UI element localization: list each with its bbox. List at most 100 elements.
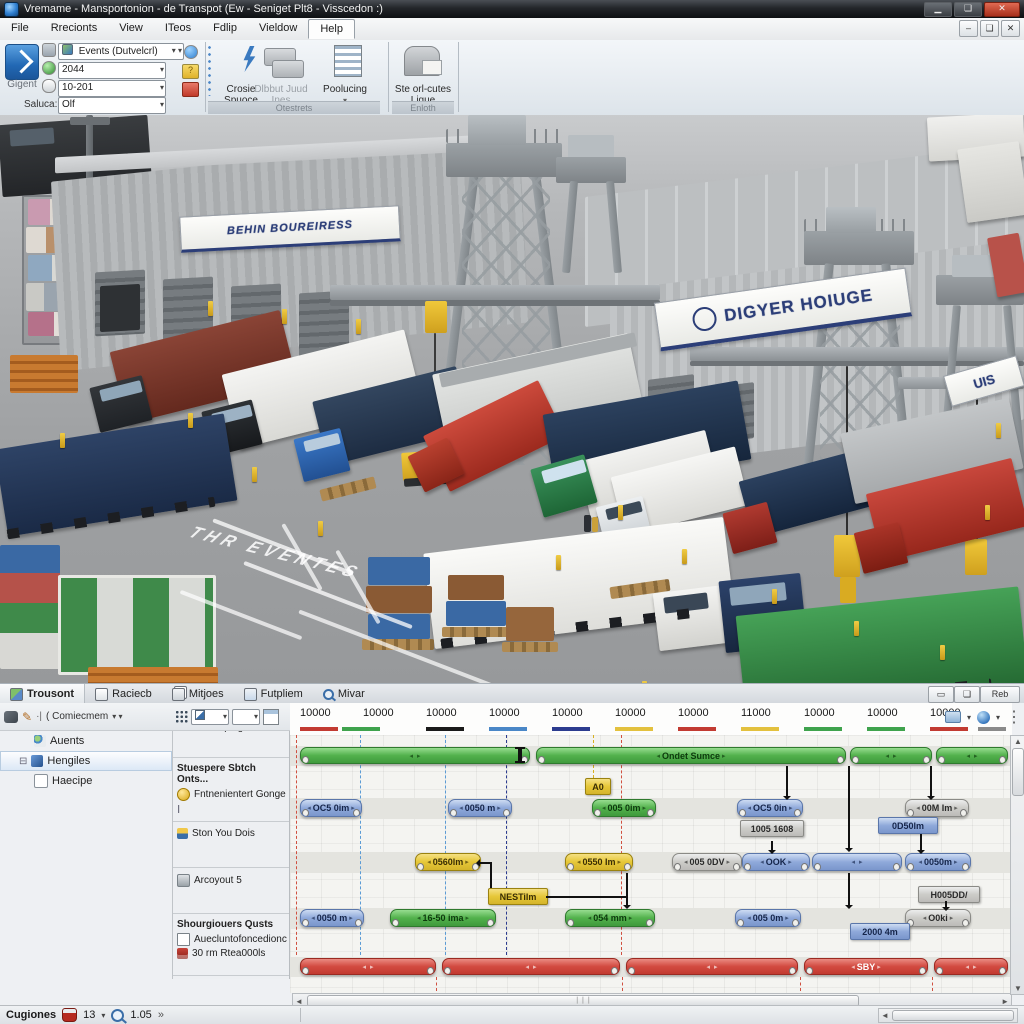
tab-trousont[interactable]: Trousont — [0, 684, 85, 704]
scroll-down-arrow[interactable]: ▼ — [1014, 984, 1022, 993]
gantt-v-thumb[interactable] — [1012, 748, 1024, 796]
scroll-up-arrow[interactable]: ▲ — [1014, 737, 1022, 746]
gantt-bar[interactable]: ◂0050 m▸ — [300, 909, 364, 927]
child-close-button[interactable]: ✕ — [1001, 20, 1020, 37]
refresh-icon[interactable] — [184, 45, 198, 59]
scale-combo[interactable]: ▾ — [232, 709, 260, 725]
row-label[interactable]: Auecluntofoncedionc — [177, 933, 287, 946]
gantt-tag[interactable]: A0 — [585, 778, 611, 795]
gantt-bar[interactable]: ◂O0ki▸ — [905, 909, 971, 927]
stamp-tool-icon[interactable] — [4, 711, 18, 723]
crane-platform — [446, 143, 562, 177]
stamp-icon[interactable] — [42, 43, 56, 57]
gantt-bar[interactable]: ◂▸ — [442, 958, 620, 975]
gantt-tag[interactable]: NESTilm — [488, 888, 548, 905]
gantt-bar[interactable]: ◂SBY▸ — [804, 958, 928, 975]
row-label[interactable]: Ston You Dois — [177, 828, 287, 839]
gantt-bar[interactable]: ◂▸ — [934, 958, 1008, 975]
gantt-bar[interactable]: ◂005 0DV▸ — [672, 853, 742, 871]
tab-futpliem[interactable]: Futpliem — [234, 684, 313, 704]
gantt-tag[interactable]: H005DD/ — [918, 886, 980, 903]
run-button[interactable] — [5, 44, 39, 80]
gantt-bar[interactable]: ◂OC5 0in▸ — [737, 799, 803, 817]
saluca-combo[interactable]: Olf▾ — [58, 97, 166, 114]
gray-oval-icon[interactable] — [42, 79, 56, 93]
panel-restore-button[interactable]: ❏ — [954, 686, 980, 703]
child-restore-button[interactable]: ❏ — [980, 20, 999, 37]
status-h-thumb[interactable] — [892, 1010, 1014, 1021]
series-combo[interactable]: ▾ — [191, 709, 229, 725]
grid-view-icon[interactable] — [175, 710, 188, 723]
gantt-bar[interactable]: ◂0550 Im▸ — [565, 853, 633, 871]
gantt-bar[interactable]: ◂▸ — [812, 853, 902, 871]
more-options-icon[interactable]: ⋮ — [1006, 707, 1022, 727]
restore-button[interactable]: ❏ — [954, 2, 982, 17]
menu-item-file[interactable]: File — [0, 19, 40, 39]
tab-raciecb[interactable]: Raciecb — [85, 684, 162, 704]
menu-item-fdlip[interactable]: Fdlip — [202, 19, 248, 39]
gantt-tag[interactable]: 0D50lm — [878, 817, 938, 834]
globe-caret[interactable]: ▾ — [996, 713, 1000, 722]
gantt-bar[interactable]: ◂▸ — [300, 747, 530, 764]
gantt-bar[interactable]: ◂Ondet Sumce▸ — [536, 747, 846, 764]
row-label[interactable]: Arcoyout 5 — [177, 874, 287, 887]
gantt-bar[interactable]: ◂0050m▸ — [905, 853, 971, 871]
row-label[interactable]: Fntnenientert Gonge — [177, 788, 287, 801]
menu-item-help[interactable]: Help — [308, 19, 355, 39]
gantt-bar[interactable]: ◂▸ — [936, 747, 1008, 764]
monitor-icon[interactable] — [945, 711, 961, 723]
globe-icon[interactable] — [977, 711, 990, 724]
green-bar-marker[interactable] — [518, 747, 522, 763]
stop-button[interactable] — [182, 82, 199, 97]
counter-caret[interactable]: ▾ — [101, 1011, 105, 1020]
monitor-caret[interactable]: ▾ — [967, 713, 971, 722]
crane-hoist — [425, 301, 447, 333]
gantt-bar[interactable]: ◂OC5 0im▸ — [300, 799, 362, 817]
gantt-bar[interactable]: ◂▸ — [300, 958, 436, 975]
menu-item-view[interactable]: View — [108, 19, 154, 39]
menu-item-vieldow[interactable]: Vieldow — [248, 19, 308, 39]
year-combo[interactable]: 2044▾ — [58, 62, 166, 79]
panel-minimize-button[interactable]: ▭ — [928, 686, 954, 703]
gantt-bar[interactable]: ◂▸ — [850, 747, 932, 764]
tree-item-haecipe[interactable]: Haecipe — [0, 771, 172, 791]
range-combo[interactable]: 10-201▾ — [58, 80, 166, 97]
tab-mitjoes[interactable]: Mitjoes — [162, 684, 234, 704]
calculator-icon[interactable] — [263, 709, 279, 725]
tree-item-auents[interactable]: Auents — [0, 731, 172, 751]
help-token-button[interactable]: ? — [182, 64, 199, 79]
gantt-bar[interactable]: ◂054 mm▸ — [565, 909, 655, 927]
reb-button[interactable]: Reb — [980, 686, 1020, 703]
status-overflow-chevron[interactable]: » — [158, 1009, 164, 1021]
tree-item-hengiles[interactable]: ⊟Hengiles — [0, 751, 172, 771]
scale-tools: ▾ ▾ ⋮ — [945, 707, 1022, 727]
gantt-tag[interactable]: 1005 1608 — [740, 820, 804, 837]
tree-filter-dropdown[interactable]: ( Comiecmem — [46, 711, 108, 722]
menu-item-iteos[interactable]: ITeos — [154, 19, 202, 39]
gantt-bar[interactable]: ◂0050 m▸ — [448, 799, 512, 817]
minimize-button[interactable]: ▁ — [924, 2, 952, 17]
status-h-scrollbar[interactable]: ◄ — [878, 1008, 1018, 1023]
pencil-icon[interactable]: ✎ — [22, 711, 32, 723]
gantt-bar[interactable]: ◂005 0m▸ — [735, 909, 801, 927]
child-minimize-button[interactable]: – — [959, 20, 978, 37]
timeline-scale[interactable]: 1000010000100001000010000100001000011000… — [290, 703, 1012, 736]
gantt-chart[interactable]: ◂▸◂Ondet Sumce▸◂▸◂▸◂OC5 0im▸◂0050 m▸◂005… — [290, 735, 1012, 993]
menu-item-rrecionts[interactable]: Rrecionts — [40, 19, 108, 39]
gantt-tag[interactable]: 2000 4m — [850, 923, 910, 940]
gantt-bar[interactable]: ◂16-50 ima▸ — [390, 909, 496, 927]
close-button[interactable]: ✕ — [984, 2, 1020, 17]
gantt-bar[interactable]: ◂00M Im▸ — [905, 799, 969, 817]
row-group-2: Ston You Dois — [173, 822, 289, 868]
gantt-bar[interactable]: ◂005 0im▸ — [592, 799, 656, 817]
green-orb-icon[interactable] — [42, 61, 56, 75]
tree-filter-caret[interactable]: ▾ ▾ — [112, 712, 122, 721]
gantt-bar[interactable]: ◂▸ — [626, 958, 798, 975]
row-label[interactable]: Ⅰ — [177, 803, 287, 814]
gantt-v-scrollbar[interactable]: ▲ ▼ — [1010, 735, 1024, 995]
status-scroll-left[interactable]: ◄ — [881, 1011, 889, 1020]
row-label[interactable]: 30 rm Rtea000ls — [177, 948, 287, 959]
gantt-bar[interactable]: ◂OOK▸ — [742, 853, 810, 871]
events-dropdown[interactable]: Events (Dutvelcrl)▾ ▾ — [58, 43, 184, 60]
tab-mivar[interactable]: Mivar — [313, 684, 375, 704]
